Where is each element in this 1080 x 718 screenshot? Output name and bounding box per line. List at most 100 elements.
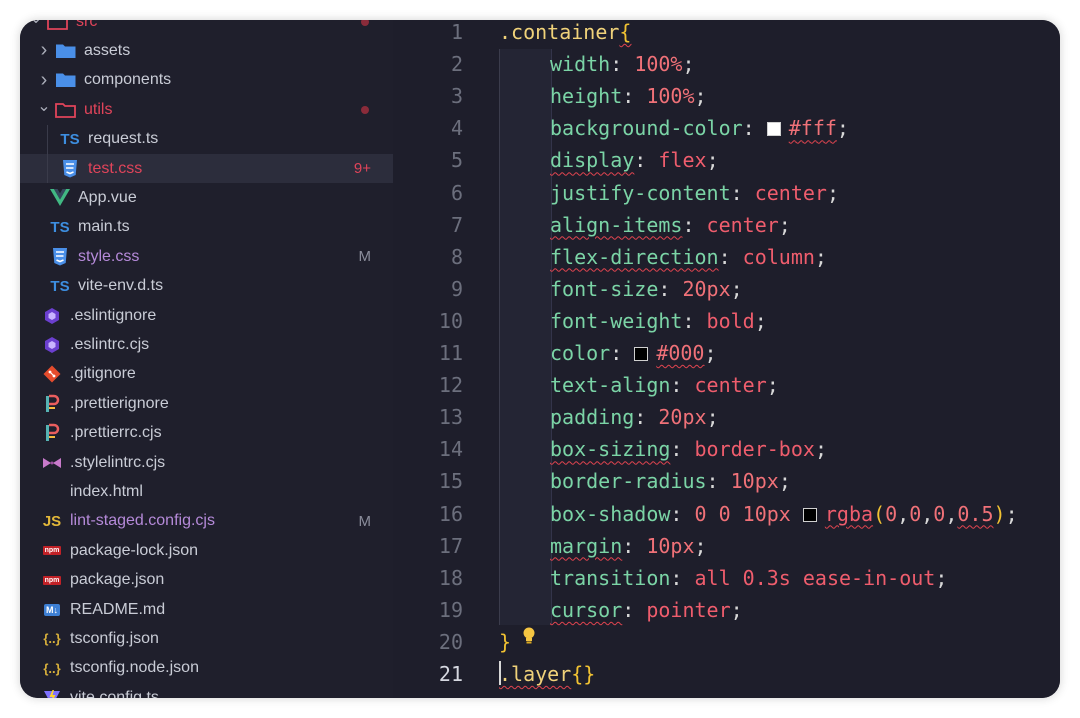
code-token: , [945, 501, 958, 526]
code-line[interactable]: 16 box-shadow: 0 0 10px rgba(0,0,0,0.5); [393, 498, 1060, 530]
file-item-app-vue[interactable]: App.vue [20, 183, 393, 212]
code-token: 0 0 10px [694, 501, 803, 526]
file-item-package-json[interactable]: npm package.json [20, 566, 393, 595]
vue-icon [48, 188, 72, 208]
line-number: 21 [438, 662, 463, 686]
code-line[interactable]: 14 box-sizing: border-box; [393, 433, 1060, 465]
file-item-vite-config-ts[interactable]: vite.config.ts [20, 683, 393, 698]
tree-item-label: package.json [70, 571, 165, 589]
json-icon: {..} [43, 660, 61, 676]
file-item-gitignore[interactable]: .gitignore [20, 360, 393, 389]
code-token: {} [571, 662, 596, 686]
code-token: 20px [658, 405, 707, 430]
code-text: background-color: #fff; [550, 116, 849, 140]
code-line[interactable]: 21 .layer{} [393, 658, 1060, 690]
tree-item-label: App.vue [78, 188, 137, 206]
file-item-stylelintrc-cjs[interactable]: .stylelintrc.cjs [20, 448, 393, 477]
file-item-tsconfig-node-json[interactable]: {..} tsconfig.node.json [20, 654, 393, 683]
code-line[interactable]: 5 display: flex; [393, 144, 1060, 176]
code-text: height: 100%; [550, 84, 707, 108]
code-token: ; [706, 405, 719, 430]
typescript-icon: TS [50, 277, 70, 295]
code-token: font-weight [550, 308, 683, 333]
color-swatch[interactable] [634, 347, 649, 361]
code-line[interactable]: 4 background-color: #fff; [393, 112, 1060, 144]
chevron-down-icon[interactable]: ⌄ [28, 20, 44, 28]
code-token: pointer [646, 597, 731, 622]
code-text: justify-content: center; [550, 181, 839, 205]
npm-icon: npm [42, 575, 62, 585]
code-text: border-radius: 10px; [550, 469, 791, 493]
chevron-down-icon[interactable]: ⌄ [36, 96, 52, 116]
code-line[interactable]: 18 transition: all 0.3s ease-in-out; [393, 562, 1060, 594]
code-line[interactable]: 17 margin: 10px; [393, 530, 1060, 562]
folder-item-assets[interactable]: › assets [20, 36, 393, 65]
code-line[interactable]: 3 height: 100%; [393, 80, 1060, 112]
code-token: : [706, 469, 731, 494]
git-status-badge: M [358, 512, 372, 530]
code-token: column [742, 244, 815, 269]
file-item-index-html[interactable]: index.html [20, 477, 393, 506]
file-item-eslintrc-cjs[interactable]: .eslintrc.cjs [20, 330, 393, 359]
folder-item-utils[interactable]: ⌄ utils [20, 95, 393, 124]
code-token: flex-direction [550, 244, 719, 269]
code-token: .layer [499, 662, 572, 686]
color-swatch[interactable] [802, 507, 817, 522]
code-editor[interactable]: 1 .container{2 width: 100%; 3 height: 100%; 4… [393, 20, 1060, 698]
code-token: ; [1005, 501, 1018, 526]
code-token: transition [550, 565, 671, 590]
file-item-readme-md[interactable]: M↓ README.md [20, 595, 393, 624]
code-text: font-size: 20px; [550, 277, 743, 301]
file-item-vite-env-d-ts[interactable]: TS vite-env.d.ts [20, 272, 393, 301]
chevron-right-icon[interactable]: › [36, 69, 52, 92]
code-token: 0.5 [957, 501, 994, 526]
code-line[interactable]: 2 width: 100%; [393, 48, 1060, 80]
tree-item-label: .prettierrc.cjs [70, 424, 162, 442]
code-token: ; [706, 148, 719, 173]
tree-item-label: utils [84, 100, 113, 118]
folder-item-components[interactable]: › components [20, 66, 393, 95]
line-number: 2 [450, 52, 463, 77]
eslint-icon [40, 306, 64, 326]
file-item-prettierrc-cjs[interactable]: .prettierrc.cjs [20, 419, 393, 448]
vscode-window: ⌄src›assets›components⌄utilsTSrequest.ts… [20, 20, 1060, 698]
code-token: all 0.3s ease-in-out [694, 565, 936, 590]
code-token: box-shadow [550, 501, 671, 526]
file-item-style-css[interactable]: style.css M [20, 242, 393, 271]
file-item-tsconfig-json[interactable]: {..} tsconfig.json [20, 624, 393, 653]
code-token: ; [694, 84, 707, 109]
code-line[interactable]: 15 border-radius: 10px; [393, 465, 1060, 497]
file-item-eslintignore[interactable]: .eslintignore [20, 301, 393, 330]
code-token: background-color [550, 116, 743, 141]
code-line[interactable]: 6 justify-content: center; [393, 177, 1060, 209]
code-token: center [754, 180, 827, 205]
chevron-right-icon[interactable]: › [36, 39, 52, 62]
file-item-test-css[interactable]: test.css 9+ [20, 154, 393, 183]
code-line[interactable]: 9 font-size: 20px; [393, 273, 1060, 305]
code-token: : [682, 212, 707, 237]
code-token: rgba [824, 501, 874, 526]
folder-open-icon [54, 100, 78, 120]
code-line[interactable]: 13 padding: 20px; [393, 401, 1060, 433]
code-line[interactable]: 10 font-weight: bold; [393, 305, 1060, 337]
code-token: align-items [550, 212, 683, 237]
tree-item-label: src [76, 20, 98, 30]
code-line[interactable]: 7 align-items: center; [393, 209, 1060, 241]
code-token: : [670, 373, 695, 398]
code-token: : [634, 405, 659, 430]
code-text: } [499, 630, 511, 654]
file-item-lint-staged-config-cjs[interactable]: JS lint-staged.config.cjs M [20, 507, 393, 536]
file-item-main-ts[interactable]: TS main.ts [20, 213, 393, 242]
code-line[interactable]: 12 text-align: center; [393, 369, 1060, 401]
code-line[interactable]: 19 cursor: pointer; [393, 594, 1060, 626]
code-line[interactable]: 11 color: #000; [393, 337, 1060, 369]
file-item-prettierignore[interactable]: .prettierignore [20, 389, 393, 418]
file-item-package-lock-json[interactable]: npm package-lock.json [20, 536, 393, 565]
code-line[interactable]: 20} [393, 626, 1060, 658]
file-item-request-ts[interactable]: TS request.ts [20, 125, 393, 154]
code-line[interactable]: 8 flex-direction: column; [393, 241, 1060, 273]
code-line[interactable]: 1 .container{ [393, 20, 1060, 48]
color-swatch[interactable] [766, 122, 781, 137]
folder-item-src[interactable]: ⌄ src [20, 20, 393, 36]
line-number: 3 [450, 84, 463, 109]
